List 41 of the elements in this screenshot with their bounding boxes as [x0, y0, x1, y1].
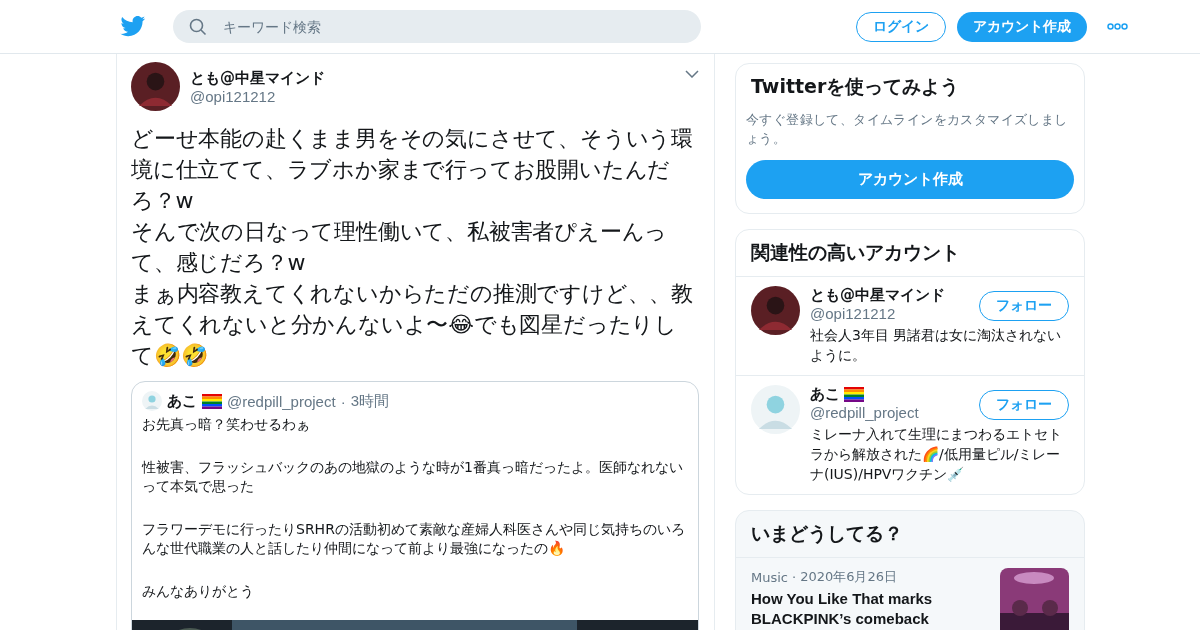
quoted-paragraph: みんなありがとう — [142, 581, 255, 601]
author-handle[interactable]: @opi121212 — [190, 87, 675, 105]
quoted-author-handle: @redpill_project — [227, 392, 336, 410]
avatar — [751, 385, 800, 434]
quoted-time: 3時間 — [350, 391, 389, 411]
card-title: Twitterを使ってみよう — [750, 74, 961, 99]
account-handle[interactable]: @opi121212 — [810, 305, 945, 322]
follow-button[interactable]: フォロー — [979, 390, 1069, 420]
bird-logo-icon[interactable] — [120, 16, 146, 37]
account-name[interactable]: あこ — [810, 385, 840, 404]
quoted-paragraph: 性被害、フラッシュバックのあの地獄のような時が1番真っ暗だったよ。医師なれないって本気で思った — [142, 457, 684, 496]
account-name[interactable]: とも@中星マインド — [810, 286, 945, 305]
login-button[interactable]: ログイン — [856, 11, 946, 42]
avatar — [751, 286, 800, 335]
rainbow-flag-icon — [202, 393, 222, 409]
quoted-author-name: あこ — [167, 391, 197, 411]
search-icon — [189, 18, 207, 36]
account-handle[interactable]: @redpill_project — [810, 404, 919, 421]
avatar — [142, 391, 162, 411]
account-bio: ミレーナ入れて生理にまつわるエトセトラから解放された🌈/低用量ピル/ミレーナ(IUS)/HPVワクチン💉 — [810, 425, 1063, 484]
search-field[interactable]: キーワード検索 — [173, 10, 701, 43]
trend-category: Music — [751, 569, 788, 585]
account-bio: 社会人3年目 男諸君は女に淘汰されないように。 — [810, 326, 1063, 365]
quoted-paragraph: お先真っ暗？笑わせるわぁ — [142, 415, 311, 434]
author-name[interactable]: とも@中星マインド — [190, 68, 675, 88]
trend-date: 2020年6月26日 — [800, 568, 898, 586]
trend-headline[interactable]: How You Like That marks BLACKPINK’s comeback — [751, 589, 951, 629]
quoted-paragraph: フラワーデモに行ったりSRHRの活動初めて素敵な産婦人科医さんや同じ気持ちのいろんな世代職業の人と話したり仲間になって前より最強になったの🔥 — [142, 519, 686, 558]
quoted-tweet[interactable]: あこ @redpill_project · 3時間 お先真っ暗？笑わせるわぁ 性被害、フラッシュバックのあの地獄のような時が1番真っ暗だったよ。医師なれないって本気で思った フラワーデモに行ったりSRHRの活動初めて素敵な産婦人科医さんや同じ気持ちのいろんな世代職業の人と話したり仲間になって前より最強になったの🔥 みんなありがとう — [131, 381, 699, 630]
separator-dot: · — [340, 392, 346, 410]
avatar — [131, 62, 180, 111]
chevron-down-icon[interactable] — [685, 70, 699, 78]
signup-button[interactable]: アカウント作成 — [957, 11, 1087, 42]
signup-card-button[interactable]: アカウント作成 — [746, 160, 1074, 199]
card-title: 関連性の高いアカウント — [750, 240, 961, 265]
separator-dot: · — [792, 569, 797, 585]
more-icon[interactable] — [1107, 23, 1128, 30]
tweet-text: どーせ本能の赴くまま男をその気にさせて、そういう環境に仕立てて、ラブホか家まで行ってお股開いたんだろ？w そんで次の日なって理性働いて、私被害者ぴえーんって、感じだろ？w まぁ内容教えてくれないからただの推測ですけど、、教えてくれないと分かんないよ〜😂でも図星だったりして🤣🤣 — [131, 125, 694, 370]
signup-text: 今すぐ登録して、タイムラインをカスタマイズしましょう。 — [746, 111, 1069, 148]
follow-button[interactable]: フォロー — [979, 291, 1069, 321]
card-title: いまどうしてる？ — [750, 521, 904, 546]
